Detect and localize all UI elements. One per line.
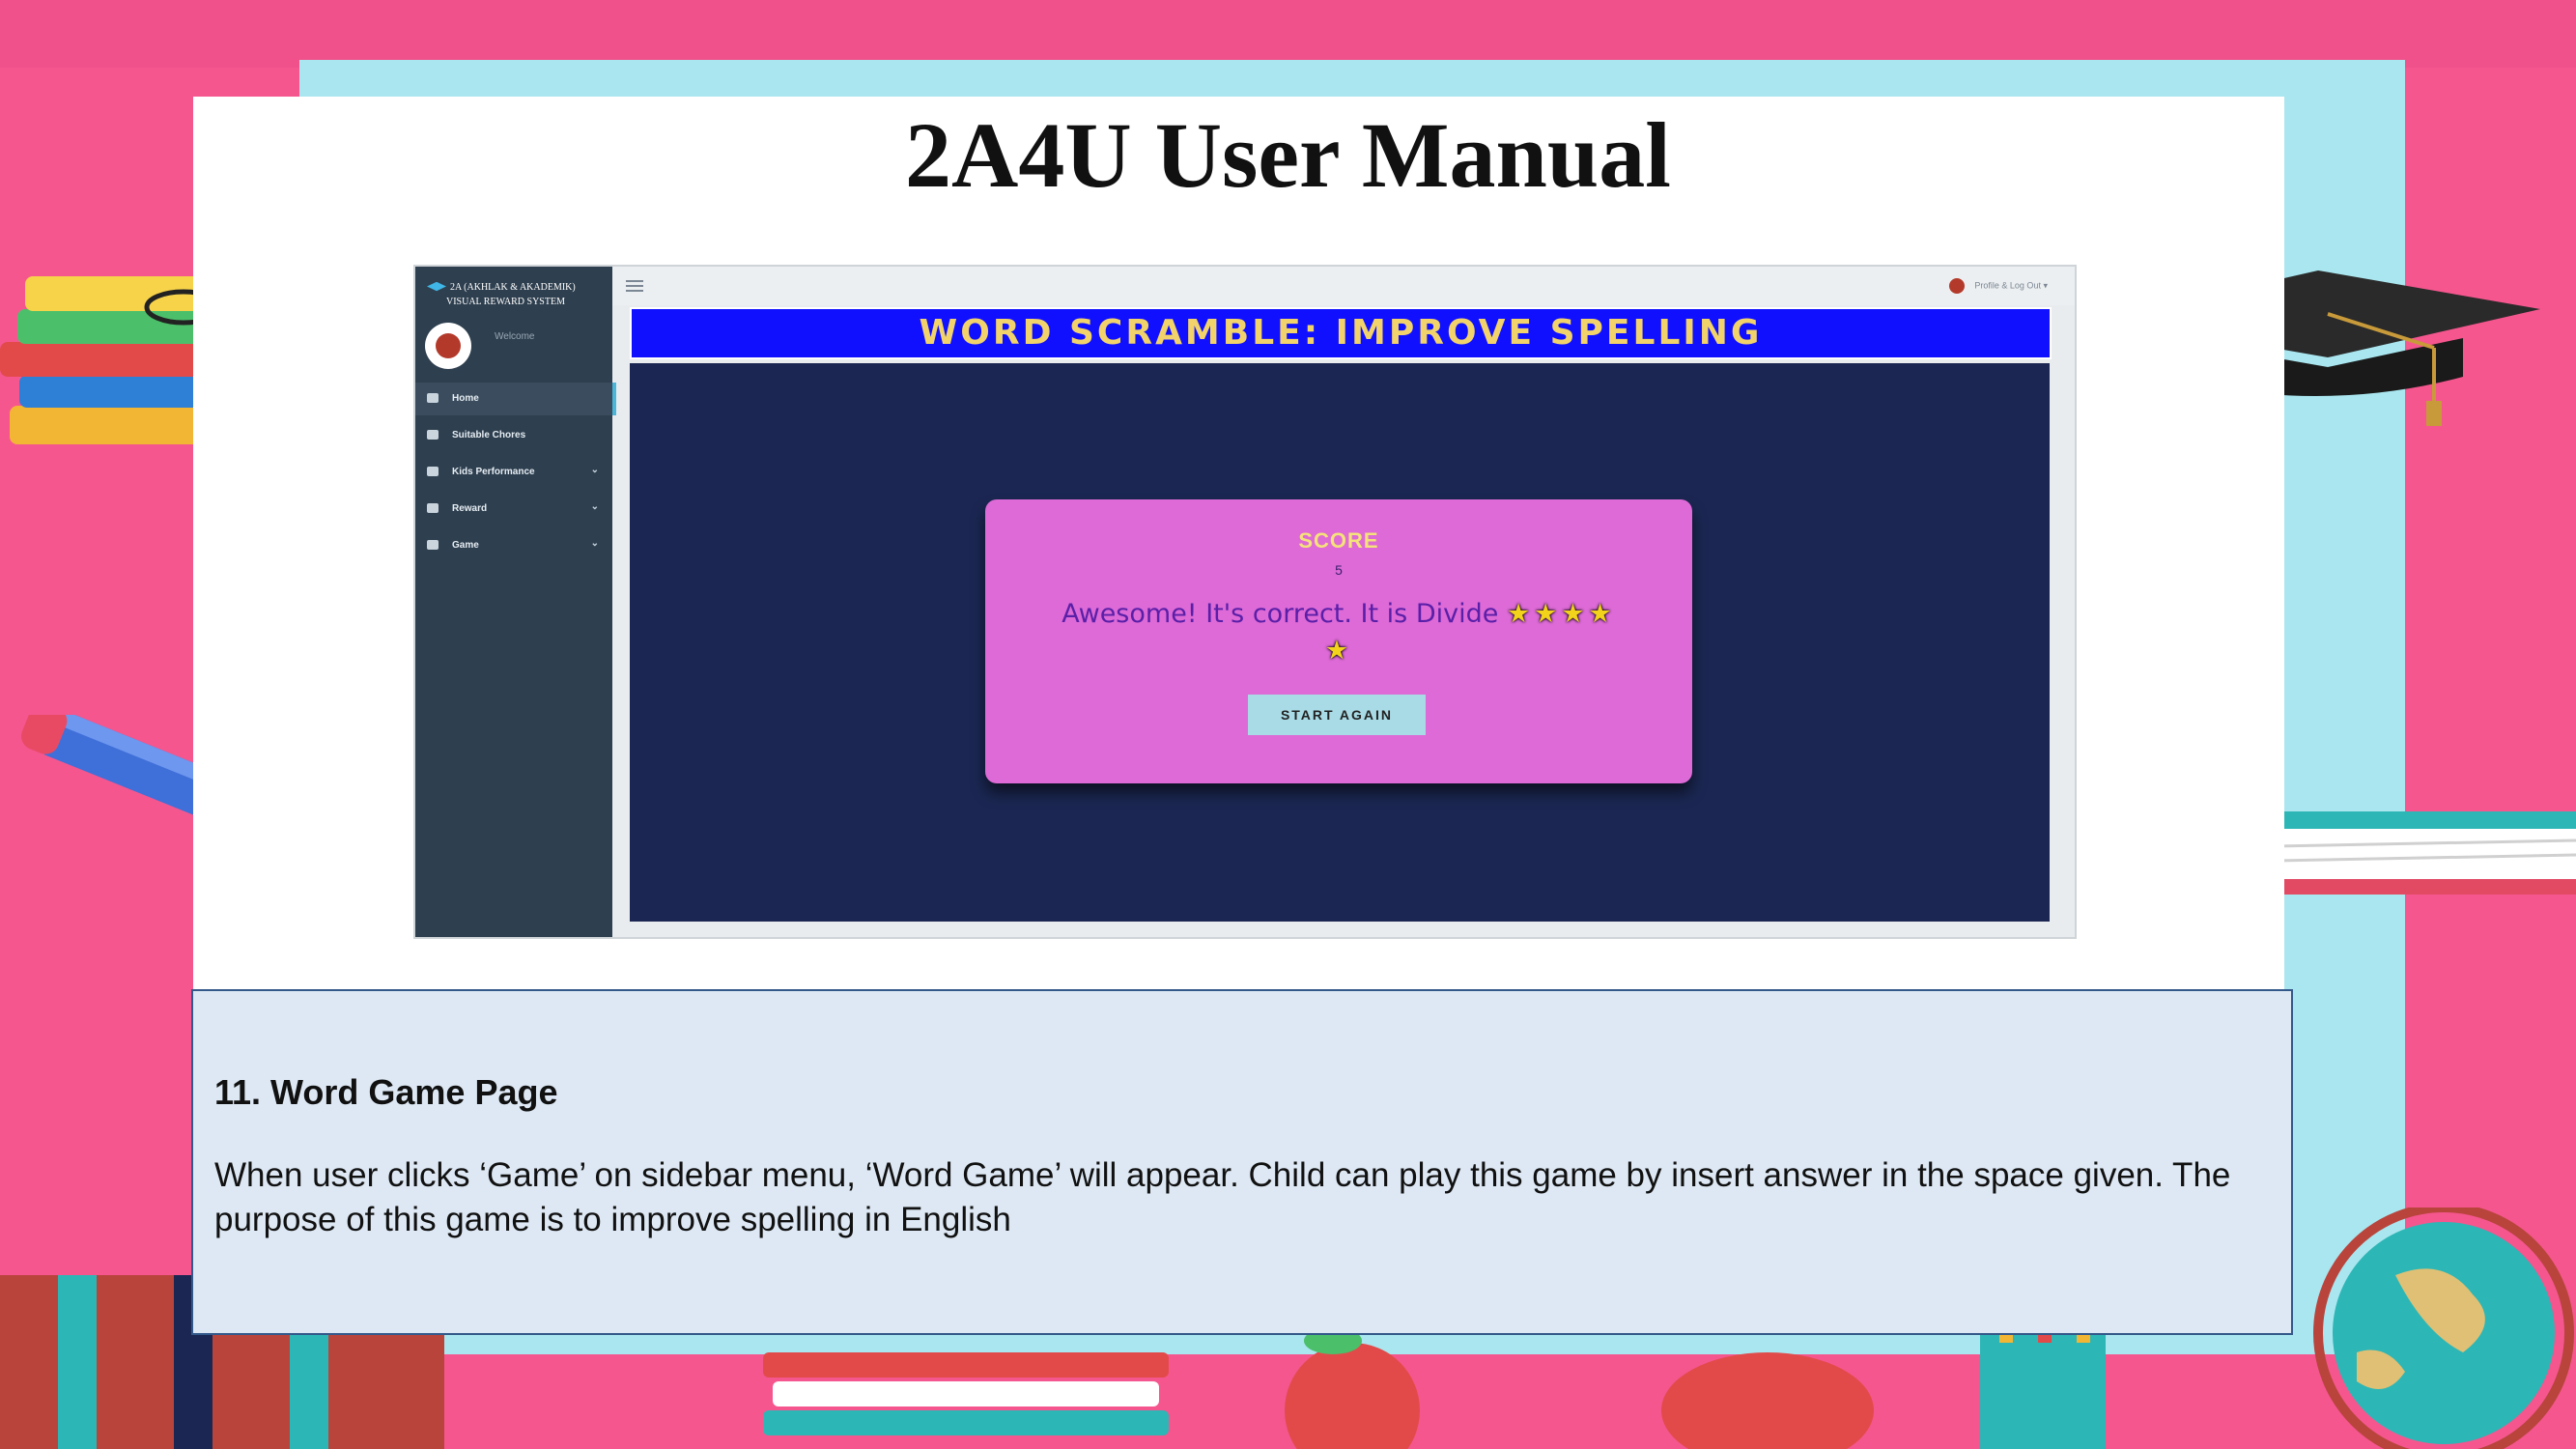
- sidebar-item-label: Kids Performance: [452, 467, 535, 477]
- app-screenshot: 2A (AKHLAK & AKADEMIK) VISUAL REWARD SYS…: [413, 265, 2077, 939]
- top-bar: Profile & Log Out ▾: [612, 267, 2075, 305]
- game-header: WORD SCRAMBLE: IMPROVE SPELLING: [630, 307, 2052, 359]
- sidebar-item-reward[interactable]: Reward ⌄: [415, 493, 612, 526]
- star-icons: ★★★★: [1506, 599, 1616, 629]
- document-icon: [427, 430, 439, 440]
- sidebar-item-kids-performance[interactable]: Kids Performance ⌄: [415, 456, 612, 489]
- sidebar-item-game[interactable]: Game ⌄: [415, 529, 612, 562]
- gift-icon: [427, 503, 439, 513]
- brand-line-2: VISUAL REWARD SYSTEM: [446, 297, 565, 307]
- welcome-text: Welcome: [495, 331, 535, 342]
- brand: 2A (AKHLAK & AKADEMIK) VISUAL REWARD SYS…: [427, 280, 610, 309]
- result-message-text: Awesome! It's correct. It is Divide: [1062, 599, 1499, 629]
- result-message: Awesome! It's correct. It is Divide ★★★★…: [1005, 596, 1673, 669]
- description-box: 11. Word Game Page When user clicks ‘Gam…: [191, 989, 2293, 1335]
- calendar-icon: [427, 467, 439, 476]
- sidebar: 2A (AKHLAK & AKADEMIK) VISUAL REWARD SYS…: [415, 267, 616, 937]
- sidebar-item-label: Home: [452, 393, 479, 404]
- sidebar-item-suitable-chores[interactable]: Suitable Chores: [415, 419, 612, 452]
- star-icon: ★: [1324, 636, 1353, 666]
- profile-menu[interactable]: Profile & Log Out ▾: [1949, 278, 2048, 294]
- score-value: 5: [1335, 562, 1343, 578]
- section-body: When user clicks ‘Game’ on sidebar menu,…: [214, 1156, 2231, 1238]
- top-stripe: [0, 0, 2576, 68]
- score-label: SCORE: [1298, 528, 1379, 553]
- score-card: SCORE 5 Awesome! It's correct. It is Div…: [985, 499, 1692, 783]
- start-again-button[interactable]: START AGAIN: [1248, 695, 1426, 735]
- game-area: SCORE 5 Awesome! It's correct. It is Div…: [630, 363, 2050, 922]
- avatar[interactable]: [425, 323, 471, 369]
- sidebar-item-home[interactable]: Home: [415, 383, 616, 415]
- sidebar-item-label: Game: [452, 540, 479, 551]
- sidebar-item-label: Reward: [452, 503, 488, 514]
- brand-line-1: 2A (AKHLAK & AKADEMIK): [450, 282, 576, 293]
- chevron-down-icon: ⌄: [590, 501, 599, 512]
- chevron-down-icon: ⌄: [590, 465, 599, 475]
- profile-menu-label: Profile & Log Out: [1974, 280, 2041, 291]
- slide-title: 2A4U User Manual: [905, 103, 1671, 207]
- sidebar-item-label: Suitable Chores: [452, 430, 526, 440]
- profile-avatar: [1949, 278, 1966, 294]
- hamburger-menu-icon[interactable]: [626, 280, 643, 282]
- home-icon: [427, 393, 439, 403]
- caret-down-icon: ▾: [2043, 280, 2048, 291]
- section-heading: 11. Word Game Page: [214, 1072, 558, 1112]
- graduation-cap-icon: [427, 281, 446, 292]
- gamepad-icon: [427, 540, 439, 550]
- chevron-down-icon: ⌄: [590, 538, 599, 549]
